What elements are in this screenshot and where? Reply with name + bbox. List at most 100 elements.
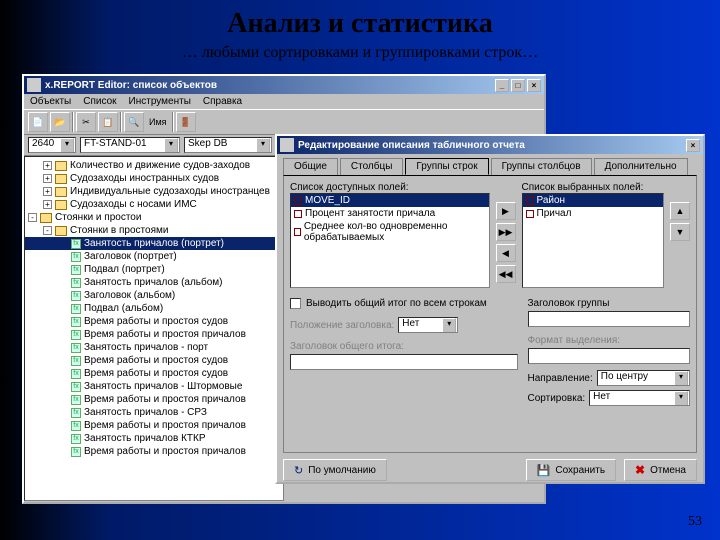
tree-item[interactable]: fxЗанятость причалов (альбом) [25, 276, 283, 289]
tree-item[interactable]: fxВремя работы и простоя причалов [25, 445, 283, 458]
direction-label: Направление: [528, 373, 593, 384]
expand-icon[interactable]: - [43, 226, 52, 235]
total-header-input[interactable] [290, 354, 518, 370]
editor-title: x.REPORT Editor: список объектов [45, 80, 217, 91]
tree-item[interactable]: fxВремя работы и простоя причалов [25, 328, 283, 341]
report-icon: fx [71, 434, 81, 444]
close-button[interactable]: × [527, 79, 541, 92]
tree-item[interactable]: -Стоянки в простоями [25, 224, 283, 237]
dialog-titlebar[interactable]: Редактирование описания табличного отчет… [277, 136, 703, 154]
cancel-button[interactable]: ✖ Отмена [624, 459, 697, 481]
tree-item[interactable]: fxЗанятость причалов - порт [25, 341, 283, 354]
page-number: 53 [688, 514, 702, 530]
tree-item[interactable]: fxЗанятость причалов - Штормовые [25, 380, 283, 393]
tree-item[interactable]: fxВремя работы и простоя причалов [25, 393, 283, 406]
add-button[interactable]: ▶ [496, 202, 516, 220]
tree-item-label: Индивидуальные судозаходы иностранцев [70, 186, 270, 197]
tree-item[interactable]: fxВремя работы и простоя судов [25, 367, 283, 380]
tree-item[interactable]: fxВремя работы и простоя судов [25, 354, 283, 367]
minimize-button[interactable]: _ [495, 79, 509, 92]
field-icon [526, 210, 534, 218]
direction-combo[interactable]: По центру [597, 370, 690, 386]
filter-combo-2[interactable]: FT-STAND-01 [80, 137, 180, 153]
tree-item[interactable]: fxЗанятость причалов (портрет) [25, 237, 283, 250]
default-button[interactable]: ↻ По умолчанию [283, 459, 387, 481]
sort-combo[interactable]: Нет [589, 390, 690, 406]
toolbar-separator [72, 112, 74, 132]
format-input[interactable] [528, 348, 691, 364]
dialog-icon [280, 138, 294, 152]
menubar: Объекты Список Инструменты Справка [24, 94, 544, 109]
list-item-label: MOVE_ID [305, 195, 350, 206]
toolbar-exit-button[interactable]: 🚪 [176, 112, 196, 132]
expand-icon[interactable]: + [43, 174, 52, 183]
tree-item[interactable]: fxЗанятость причалов - СРЗ [25, 406, 283, 419]
tab-additional[interactable]: Дополнительно [594, 158, 688, 175]
move-down-button[interactable]: ▼ [670, 223, 690, 241]
menu-objects[interactable]: Объекты [30, 96, 71, 107]
tree-item[interactable]: fxВремя работы и простоя судов [25, 315, 283, 328]
tree-item[interactable]: fxВремя работы и простоя причалов [25, 419, 283, 432]
report-icon: fx [71, 421, 81, 431]
dialog-close-button[interactable]: × [686, 139, 700, 152]
remove-button[interactable]: ◀ [496, 244, 516, 262]
expand-icon[interactable]: + [43, 161, 52, 170]
available-label: Список доступных полей: [290, 182, 490, 193]
tab-col-groups[interactable]: Группы столбцов [491, 158, 592, 175]
list-item[interactable]: Причал [523, 207, 664, 220]
tree-item[interactable]: fxЗаголовок (альбом) [25, 289, 283, 302]
list-item[interactable]: Процент занятости причала [291, 207, 489, 220]
tree-item[interactable]: fxПодвал (портрет) [25, 263, 283, 276]
report-icon: fx [71, 369, 81, 379]
selected-listbox[interactable]: РайонПричал [522, 193, 665, 288]
list-item[interactable]: Среднее кол-во одновременно обрабатываем… [291, 220, 489, 244]
total-checkbox[interactable] [290, 298, 301, 309]
tree-item[interactable]: fxЗаголовок (портрет) [25, 250, 283, 263]
filter-combo-1[interactable]: 2640 [28, 137, 76, 153]
group-header-input[interactable] [528, 311, 691, 327]
maximize-button[interactable]: □ [511, 79, 525, 92]
expand-icon[interactable]: - [28, 213, 37, 222]
toolbar: 📄 📂 ✂ 📋 🔍 Имя 🚪 [24, 109, 544, 135]
toolbar-cut-button[interactable]: ✂ [76, 112, 96, 132]
tree-item[interactable]: fxЗанятость причалов КТКР [25, 432, 283, 445]
tree-item[interactable]: +Судозаходы с носами ИМС [25, 198, 283, 211]
toolbar-copy-button[interactable]: 📋 [98, 112, 118, 132]
menu-tools[interactable]: Инструменты [129, 96, 191, 107]
itog-pos-combo[interactable]: Нет [398, 317, 458, 333]
available-listbox[interactable]: MOVE_IDПроцент занятости причалаСреднее … [290, 193, 490, 288]
tree-item[interactable]: + Количество и движение судов-заходов [25, 159, 283, 172]
tree-item[interactable]: +Судозаходы иностранных судов [25, 172, 283, 185]
selected-label: Список выбранных полей: [522, 182, 665, 193]
tree-item[interactable]: -Стоянки и простои [25, 211, 283, 224]
toolbar-find-button[interactable]: 🔍 [124, 112, 144, 132]
toolbar-new-button[interactable]: 📄 [28, 112, 48, 132]
report-icon: fx [71, 239, 81, 249]
filter-combo-3[interactable]: Skep DB [184, 137, 272, 153]
tab-general[interactable]: Общие [283, 158, 338, 175]
tree-item[interactable]: fxПодвал (альбом) [25, 302, 283, 315]
list-item[interactable]: Район [523, 194, 664, 207]
add-all-button[interactable]: ▶▶ [496, 223, 516, 241]
tree-item-label: Заголовок (портрет) [84, 251, 177, 262]
tree-item-label: Подвал (альбом) [84, 303, 163, 314]
list-item-label: Причал [537, 208, 572, 219]
menu-list[interactable]: Список [83, 96, 116, 107]
expand-icon[interactable]: + [43, 187, 52, 196]
list-item[interactable]: MOVE_ID [291, 194, 489, 207]
tab-columns[interactable]: Столбцы [340, 158, 404, 175]
toolbar-open-button[interactable]: 📂 [50, 112, 70, 132]
object-tree[interactable]: +Количество и движение судов-заходов+Суд… [24, 156, 284, 501]
slide-title: Анализ и статистика [0, 8, 720, 40]
expand-icon[interactable]: + [43, 200, 52, 209]
menu-help[interactable]: Справка [203, 96, 242, 107]
save-icon: 💾 [537, 464, 551, 477]
tabs: Общие Столбцы Группы строк Группы столбц… [277, 154, 703, 175]
tree-item-label: Количество и движение судов-заходов [70, 160, 250, 171]
editor-titlebar[interactable]: x.REPORT Editor: список объектов _ □ × [24, 76, 544, 94]
save-button[interactable]: 💾 Сохранить [526, 459, 616, 481]
remove-all-button[interactable]: ◀◀ [496, 265, 516, 283]
move-up-button[interactable]: ▲ [670, 202, 690, 220]
tab-row-groups[interactable]: Группы строк [405, 158, 488, 175]
tree-item[interactable]: + Индивидуальные судозаходы иностранцев [25, 185, 283, 198]
